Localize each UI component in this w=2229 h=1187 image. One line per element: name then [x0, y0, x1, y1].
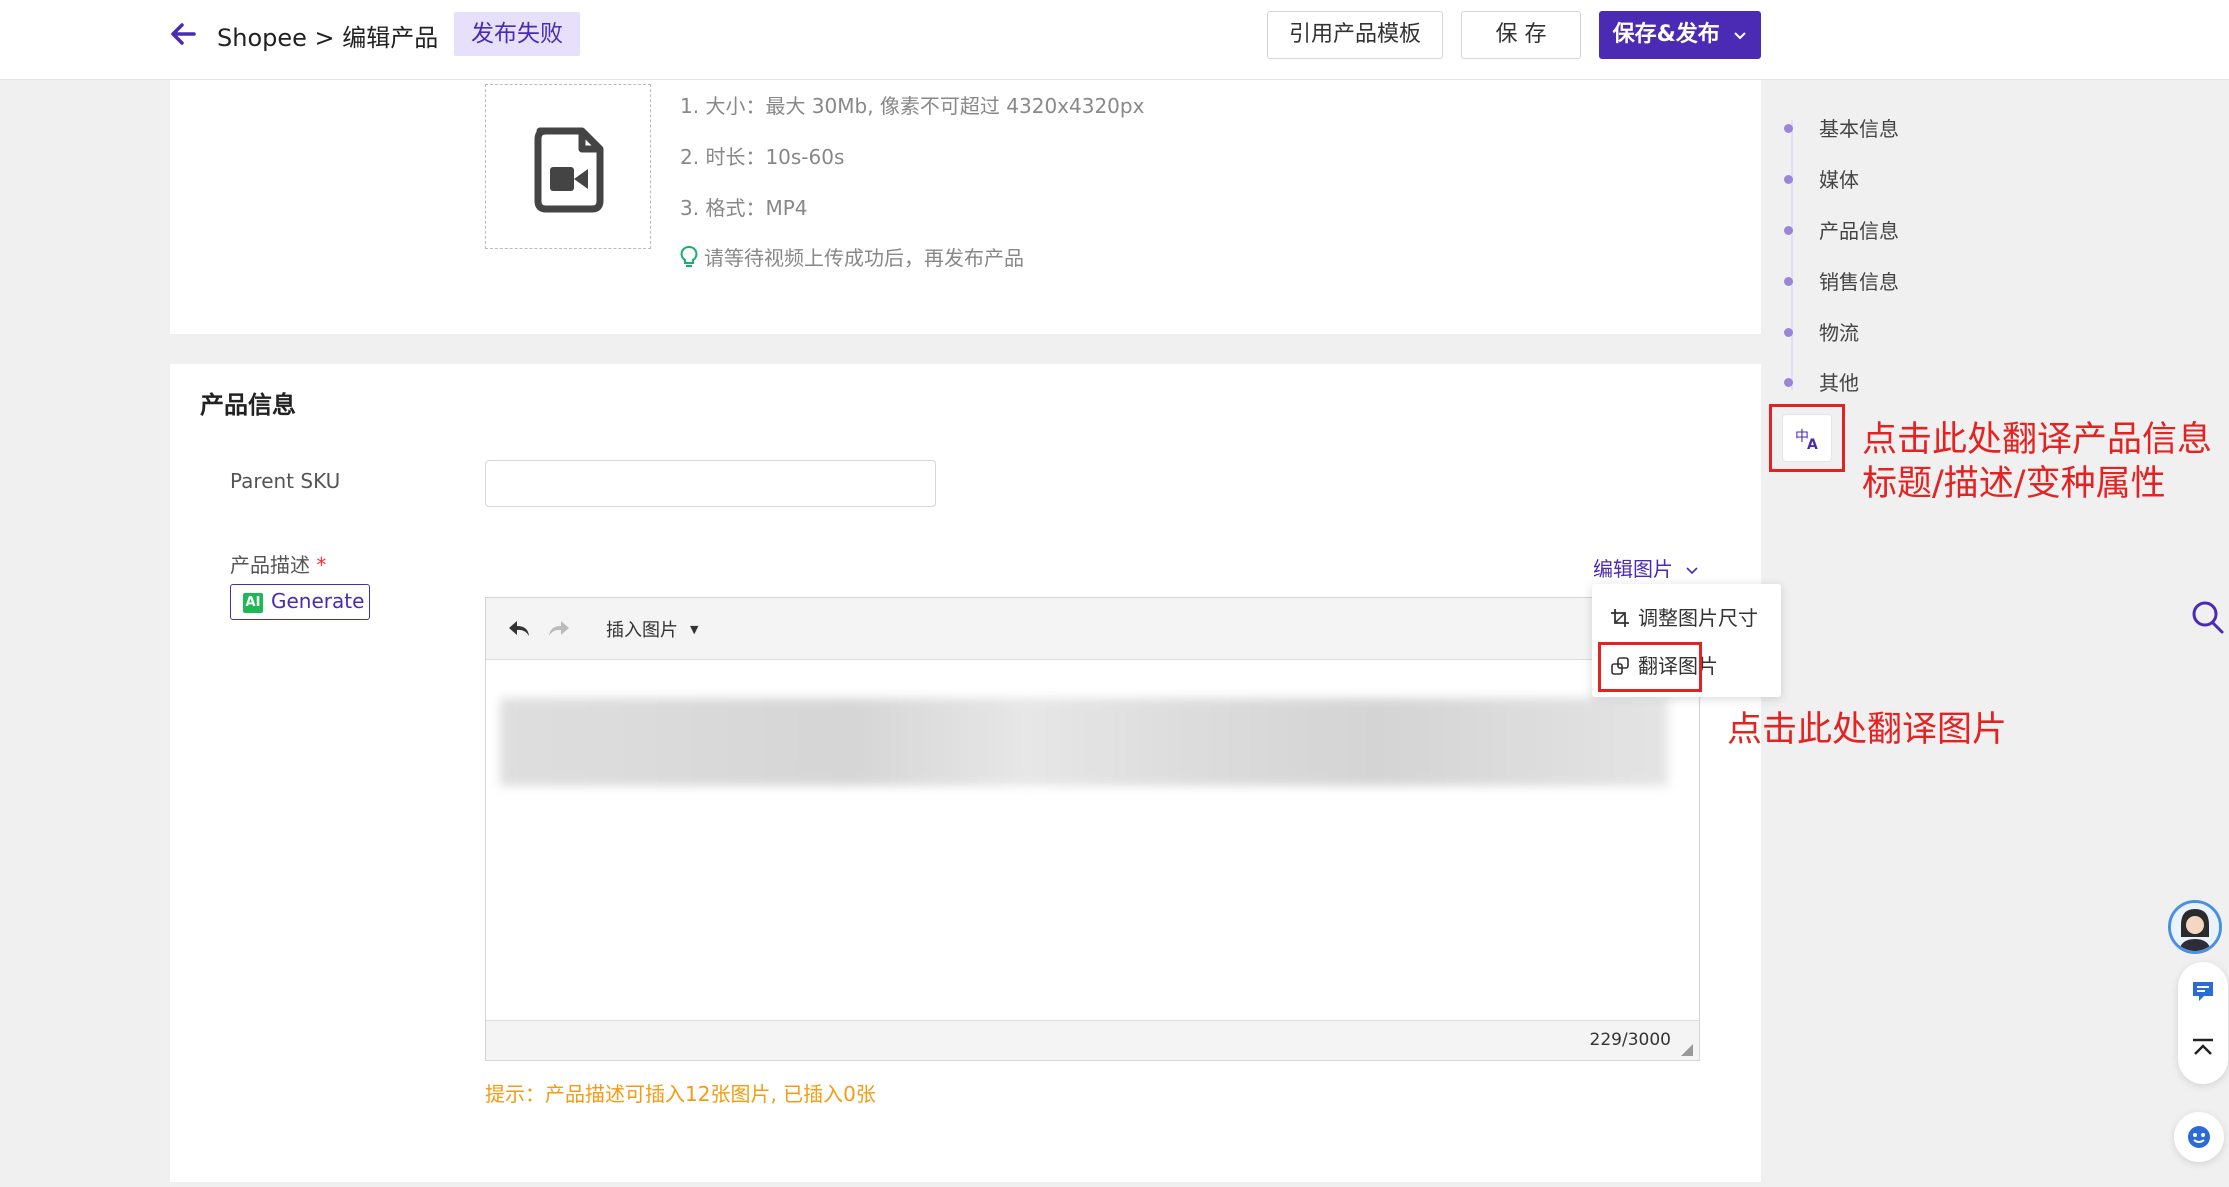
- resize-image-option[interactable]: 调整图片尺寸: [1610, 602, 1758, 631]
- editor-status-bar: 229/3000: [486, 1020, 1699, 1060]
- ai-generate-label: Generate: [271, 589, 365, 613]
- parent-sku-label: Parent SKU: [230, 469, 341, 493]
- side-nav-other[interactable]: 其他: [1784, 367, 1859, 396]
- lightbulb-icon: [680, 246, 698, 267]
- top-bar: Shopee > 编辑产品 发布失败 引用产品模板 保 存 保存&发布: [0, 0, 2229, 80]
- redo-icon[interactable]: [546, 618, 572, 640]
- character-counter: 229/3000: [1589, 1030, 1671, 1050]
- side-nav-product-info[interactable]: 产品信息: [1784, 215, 1899, 244]
- section-title: 产品信息: [200, 391, 296, 419]
- side-nav-label: 基本信息: [1819, 117, 1899, 141]
- media-requirement-duration: 2. 时长：10s-60s: [680, 145, 845, 169]
- nav-dot: [1784, 378, 1793, 387]
- floating-toolbar: [2178, 962, 2228, 1084]
- nav-dot: [1784, 328, 1793, 337]
- media-requirement-size: 1. 大小：最大 30Mb, 像素不可超过 4320x4320px: [680, 94, 1145, 118]
- insert-image-dropdown[interactable]: 插入图片 ▼: [606, 616, 698, 642]
- side-nav-basic-info[interactable]: 基本信息: [1784, 113, 1899, 142]
- avatar-icon: [2171, 903, 2219, 951]
- editor-toolbar: 插入图片 ▼: [486, 598, 1699, 660]
- side-nav-media[interactable]: 媒体: [1784, 164, 1859, 193]
- media-requirement-format: 3. 格式：MP4: [680, 196, 808, 220]
- annotation-translate-image: 点击此处翻译图片: [1727, 710, 2008, 750]
- blurred-description-text: [500, 698, 1668, 786]
- status-badge: 发布失败: [454, 12, 580, 56]
- side-nav-label: 物流: [1819, 321, 1859, 345]
- edit-image-label: 编辑图片: [1593, 557, 1673, 581]
- chat-icon[interactable]: [2191, 980, 2215, 1002]
- save-publish-button[interactable]: 保存&发布: [1599, 11, 1761, 59]
- breadcrumb: Shopee > 编辑产品: [217, 24, 439, 52]
- insert-image-label: 插入图片: [606, 620, 678, 641]
- ai-icon: AI: [243, 593, 263, 613]
- side-nav-track: [1791, 120, 1793, 390]
- required-mark: *: [316, 553, 327, 577]
- editor-content[interactable]: [486, 660, 1699, 1020]
- nav-dot: [1784, 277, 1793, 286]
- description-label: 产品描述 *: [230, 549, 326, 578]
- chevron-down-icon: [1734, 32, 1747, 40]
- resize-image-label: 调整图片尺寸: [1638, 606, 1758, 630]
- search-icon[interactable]: [2191, 600, 2225, 636]
- video-upload-box[interactable]: [485, 84, 651, 249]
- annotation-line-2: 标题/描述/变种属性: [1862, 464, 2166, 504]
- undo-icon[interactable]: [506, 618, 532, 640]
- image-limit-warning: 提示：产品描述可插入12张图片, 已插入0张: [485, 1082, 876, 1106]
- annotation-line-1: 点击此处翻译产品信息: [1862, 420, 2213, 460]
- side-nav-label: 媒体: [1819, 168, 1859, 192]
- media-section: 1. 大小：最大 30Mb, 像素不可超过 4320x4320px 2. 时长：…: [170, 80, 1761, 334]
- translate-product-highlight: [1769, 404, 1845, 472]
- back-to-top-icon[interactable]: [2191, 1038, 2215, 1060]
- bot-icon: [2188, 1126, 2210, 1148]
- crop-icon: [1611, 609, 1629, 627]
- side-nav-sales-info[interactable]: 销售信息: [1784, 266, 1899, 295]
- description-label-text: 产品描述: [230, 553, 310, 577]
- description-editor: 插入图片 ▼ 229/3000: [485, 597, 1700, 1061]
- resize-handle[interactable]: [1681, 1044, 1693, 1056]
- nav-dot: [1784, 124, 1793, 133]
- product-info-section: 产品信息 Parent SKU 产品描述 * AI Generate 编辑图片 插…: [170, 364, 1761, 1182]
- ai-generate-button[interactable]: AI Generate: [230, 584, 370, 620]
- save-publish-label: 保存&发布: [1612, 22, 1720, 47]
- side-nav-label: 销售信息: [1819, 270, 1899, 294]
- customer-service-avatar[interactable]: [2168, 900, 2222, 954]
- edit-image-dropdown[interactable]: 编辑图片: [1593, 553, 1699, 582]
- parent-sku-input[interactable]: [485, 460, 936, 507]
- nav-dot: [1784, 175, 1793, 184]
- caret-down-icon: ▼: [690, 623, 699, 636]
- use-template-button[interactable]: 引用产品模板: [1267, 11, 1443, 59]
- translate-image-highlight: [1598, 642, 1702, 692]
- nav-dot: [1784, 226, 1793, 235]
- video-file-icon: [534, 127, 604, 213]
- back-arrow-icon[interactable]: [166, 17, 200, 51]
- annotation-translate-info: 点击此处翻译产品信息 标题/描述/变种属性: [1862, 418, 2212, 506]
- upload-tip: 请等待视频上传成功后，再发布产品: [680, 242, 1024, 271]
- side-nav-label: 产品信息: [1819, 219, 1899, 243]
- chevron-down-icon: [1686, 567, 1698, 575]
- side-nav-logistics[interactable]: 物流: [1784, 317, 1859, 346]
- assistant-bot-button[interactable]: [2174, 1112, 2224, 1162]
- save-button[interactable]: 保 存: [1461, 11, 1581, 59]
- upload-tip-text: 请等待视频上传成功后，再发布产品: [704, 246, 1024, 270]
- side-nav-label: 其他: [1819, 371, 1859, 395]
